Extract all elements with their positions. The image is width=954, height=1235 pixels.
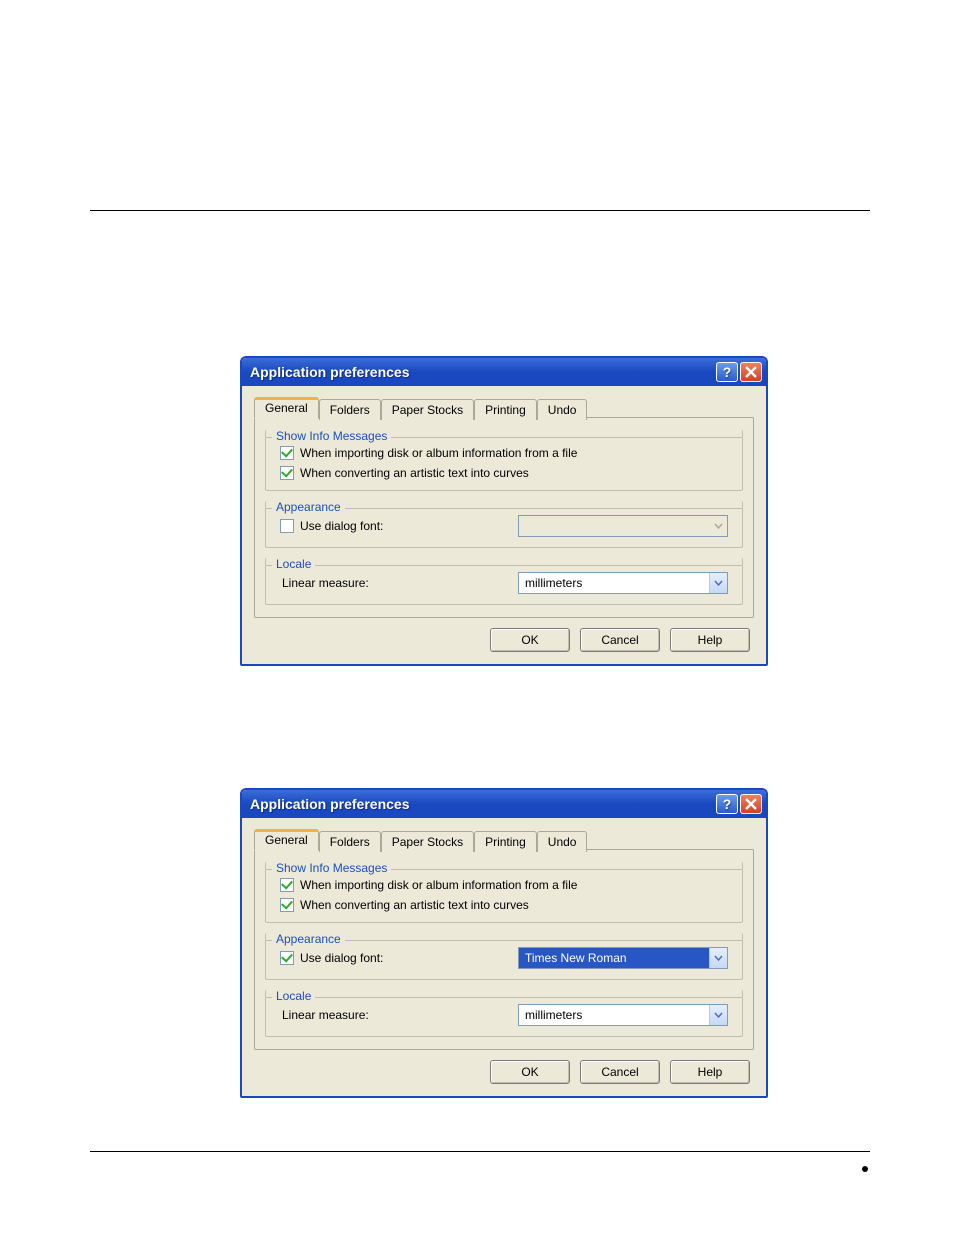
font-combobox[interactable]: Times New Roman	[518, 947, 728, 969]
checkbox-convert-curves[interactable]	[280, 466, 294, 480]
tab-folders[interactable]: Folders	[319, 399, 381, 420]
button-label: OK	[521, 633, 538, 647]
checkbox-label: When importing disk or album information…	[300, 878, 577, 892]
dialog-title: Application preferences	[250, 364, 714, 380]
close-icon[interactable]	[740, 794, 762, 814]
group-locale: Locale Linear measure: millimeters	[265, 990, 743, 1037]
tab-label: Folders	[330, 403, 370, 417]
tab-label: Undo	[548, 835, 577, 849]
group-appearance: Appearance Use dialog font:	[265, 501, 743, 548]
linear-measure-combobox[interactable]: millimeters	[518, 1004, 728, 1026]
help-button[interactable]: Help	[670, 628, 750, 652]
checkbox-use-dialog-font[interactable]	[280, 519, 294, 533]
group-locale: Locale Linear measure: millimeters	[265, 558, 743, 605]
group-legend: Show Info Messages	[272, 861, 391, 875]
tab-label: Undo	[548, 403, 577, 417]
dialog-title: Application preferences	[250, 796, 714, 812]
chevron-down-icon[interactable]	[709, 948, 727, 968]
bullet-dot	[862, 1166, 868, 1172]
group-legend: Appearance	[272, 500, 345, 514]
group-legend: Show Info Messages	[272, 429, 391, 443]
help-button[interactable]: Help	[670, 1060, 750, 1084]
tab-label: Printing	[485, 835, 526, 849]
tab-label: Printing	[485, 403, 526, 417]
checkbox-import-info[interactable]	[280, 878, 294, 892]
combobox-value: Times New Roman	[519, 948, 709, 968]
group-appearance: Appearance Use dialog font: Times New Ro…	[265, 933, 743, 980]
linear-measure-combobox[interactable]: millimeters	[518, 572, 728, 594]
tab-label: General	[265, 833, 308, 847]
linear-measure-label: Linear measure:	[282, 576, 369, 590]
chevron-down-icon	[709, 516, 727, 536]
chevron-down-icon[interactable]	[709, 1005, 727, 1025]
combobox-value: millimeters	[519, 1005, 709, 1025]
combobox-value: millimeters	[519, 573, 709, 593]
font-combobox	[518, 515, 728, 537]
checkbox-label: When converting an artistic text into cu…	[300, 466, 529, 480]
dialog-application-preferences: Application preferences ? General Folder…	[240, 356, 768, 666]
tab-label: Paper Stocks	[392, 403, 463, 417]
checkbox-convert-curves[interactable]	[280, 898, 294, 912]
combobox-value	[519, 516, 709, 536]
ok-button[interactable]: OK	[490, 628, 570, 652]
checkbox-label: Use dialog font:	[300, 951, 383, 965]
titlebar[interactable]: Application preferences ?	[242, 358, 766, 386]
help-icon[interactable]: ?	[716, 362, 738, 382]
group-legend: Locale	[272, 989, 315, 1003]
checkbox-label: When importing disk or album information…	[300, 446, 577, 460]
close-icon[interactable]	[740, 362, 762, 382]
button-label: Help	[698, 1065, 723, 1079]
chevron-down-icon[interactable]	[709, 573, 727, 593]
tab-printing[interactable]: Printing	[474, 831, 537, 852]
tab-folders[interactable]: Folders	[319, 831, 381, 852]
dialog-button-row: OK Cancel Help	[254, 1050, 754, 1084]
cancel-button[interactable]: Cancel	[580, 1060, 660, 1084]
group-show-info-messages: Show Info Messages When importing disk o…	[265, 430, 743, 491]
button-label: Help	[698, 633, 723, 647]
tab-label: Paper Stocks	[392, 835, 463, 849]
ok-button[interactable]: OK	[490, 1060, 570, 1084]
tab-bar: General Folders Paper Stocks Printing Un…	[254, 829, 754, 850]
button-label: Cancel	[601, 633, 638, 647]
button-label: Cancel	[601, 1065, 638, 1079]
checkbox-use-dialog-font[interactable]	[280, 951, 294, 965]
tab-paper-stocks[interactable]: Paper Stocks	[381, 831, 474, 852]
tab-general[interactable]: General	[254, 397, 319, 419]
dialog-button-row: OK Cancel Help	[254, 618, 754, 652]
tab-undo[interactable]: Undo	[537, 399, 588, 420]
tab-printing[interactable]: Printing	[474, 399, 537, 420]
help-icon[interactable]: ?	[716, 794, 738, 814]
button-label: OK	[521, 1065, 538, 1079]
checkbox-label: When converting an artistic text into cu…	[300, 898, 529, 912]
tab-label: Folders	[330, 835, 370, 849]
group-legend: Locale	[272, 557, 315, 571]
tab-general[interactable]: General	[254, 829, 319, 851]
dialog-application-preferences: Application preferences ? General Folder…	[240, 788, 768, 1098]
group-show-info-messages: Show Info Messages When importing disk o…	[265, 862, 743, 923]
divider-bottom	[90, 1151, 870, 1152]
cancel-button[interactable]: Cancel	[580, 628, 660, 652]
group-legend: Appearance	[272, 932, 345, 946]
tab-undo[interactable]: Undo	[537, 831, 588, 852]
checkbox-label: Use dialog font:	[300, 519, 383, 533]
tab-paper-stocks[interactable]: Paper Stocks	[381, 399, 474, 420]
divider-top	[90, 210, 870, 211]
tab-label: General	[265, 401, 308, 415]
checkbox-import-info[interactable]	[280, 446, 294, 460]
tab-bar: General Folders Paper Stocks Printing Un…	[254, 397, 754, 418]
linear-measure-label: Linear measure:	[282, 1008, 369, 1022]
tab-panel-general: Show Info Messages When importing disk o…	[254, 849, 754, 1050]
tab-panel-general: Show Info Messages When importing disk o…	[254, 417, 754, 618]
titlebar[interactable]: Application preferences ?	[242, 790, 766, 818]
